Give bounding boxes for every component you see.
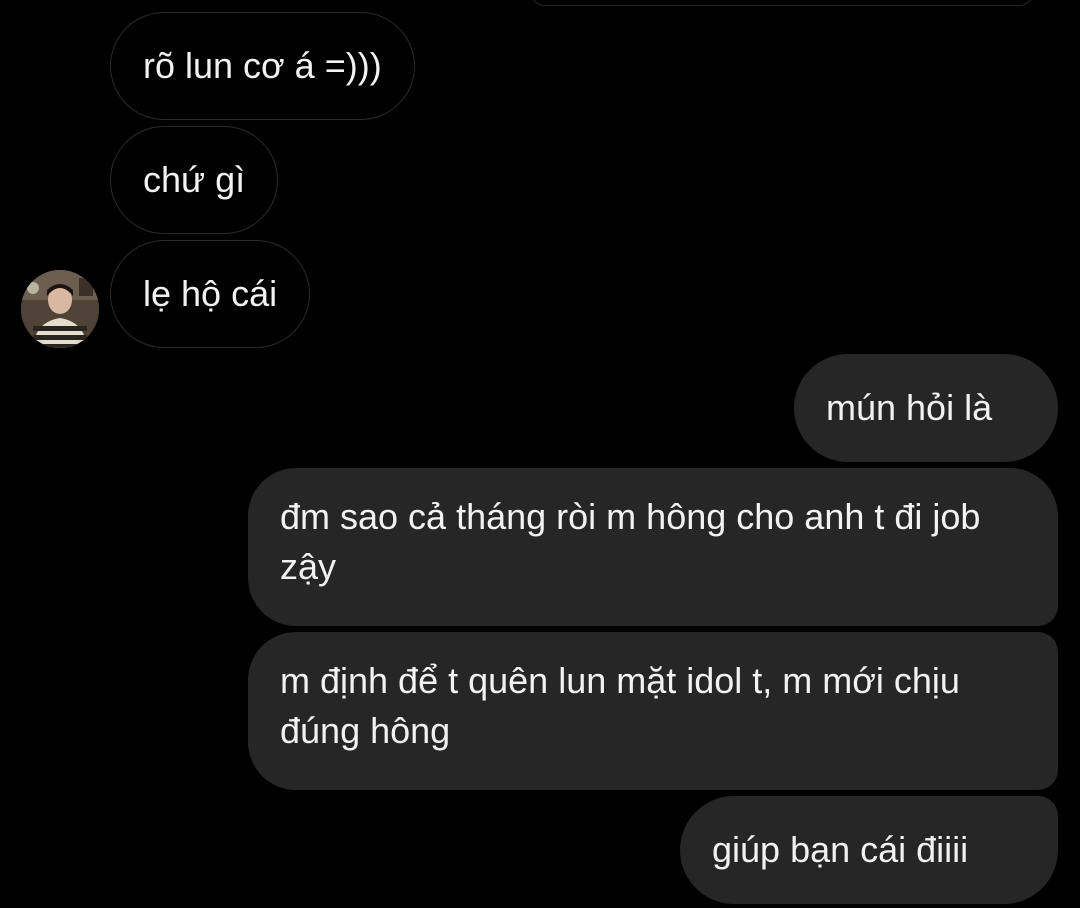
previous-message-bubble-edge [530, 0, 1034, 6]
message-text: m định để t quên lun mặt idol t, m mới c… [280, 660, 960, 751]
message-text: mún hỏi là [826, 387, 993, 428]
outgoing-message-bubble[interactable]: m định để t quên lun mặt idol t, m mới c… [248, 632, 1058, 790]
sender-avatar[interactable] [21, 270, 99, 348]
message-text: rõ lun cơ á =))) [143, 45, 382, 86]
message-text: đm sao cả tháng ròi m hông cho anh t đi … [280, 496, 981, 587]
message-text: lẹ hộ cái [143, 273, 278, 314]
message-text: giúp bạn cái điiii [712, 829, 969, 870]
outgoing-message-bubble[interactable]: mún hỏi là [794, 354, 1058, 462]
outgoing-message-bubble[interactable]: đm sao cả tháng ròi m hông cho anh t đi … [248, 468, 1058, 626]
outgoing-message-bubble[interactable]: giúp bạn cái điiii [680, 796, 1058, 904]
profile-photo-icon [21, 270, 99, 348]
incoming-message-bubble[interactable]: chứ gì [110, 126, 279, 234]
incoming-message-bubble[interactable]: rõ lun cơ á =))) [110, 12, 415, 120]
message-text: chứ gì [143, 159, 246, 200]
incoming-message-bubble[interactable]: lẹ hộ cái [110, 240, 311, 348]
